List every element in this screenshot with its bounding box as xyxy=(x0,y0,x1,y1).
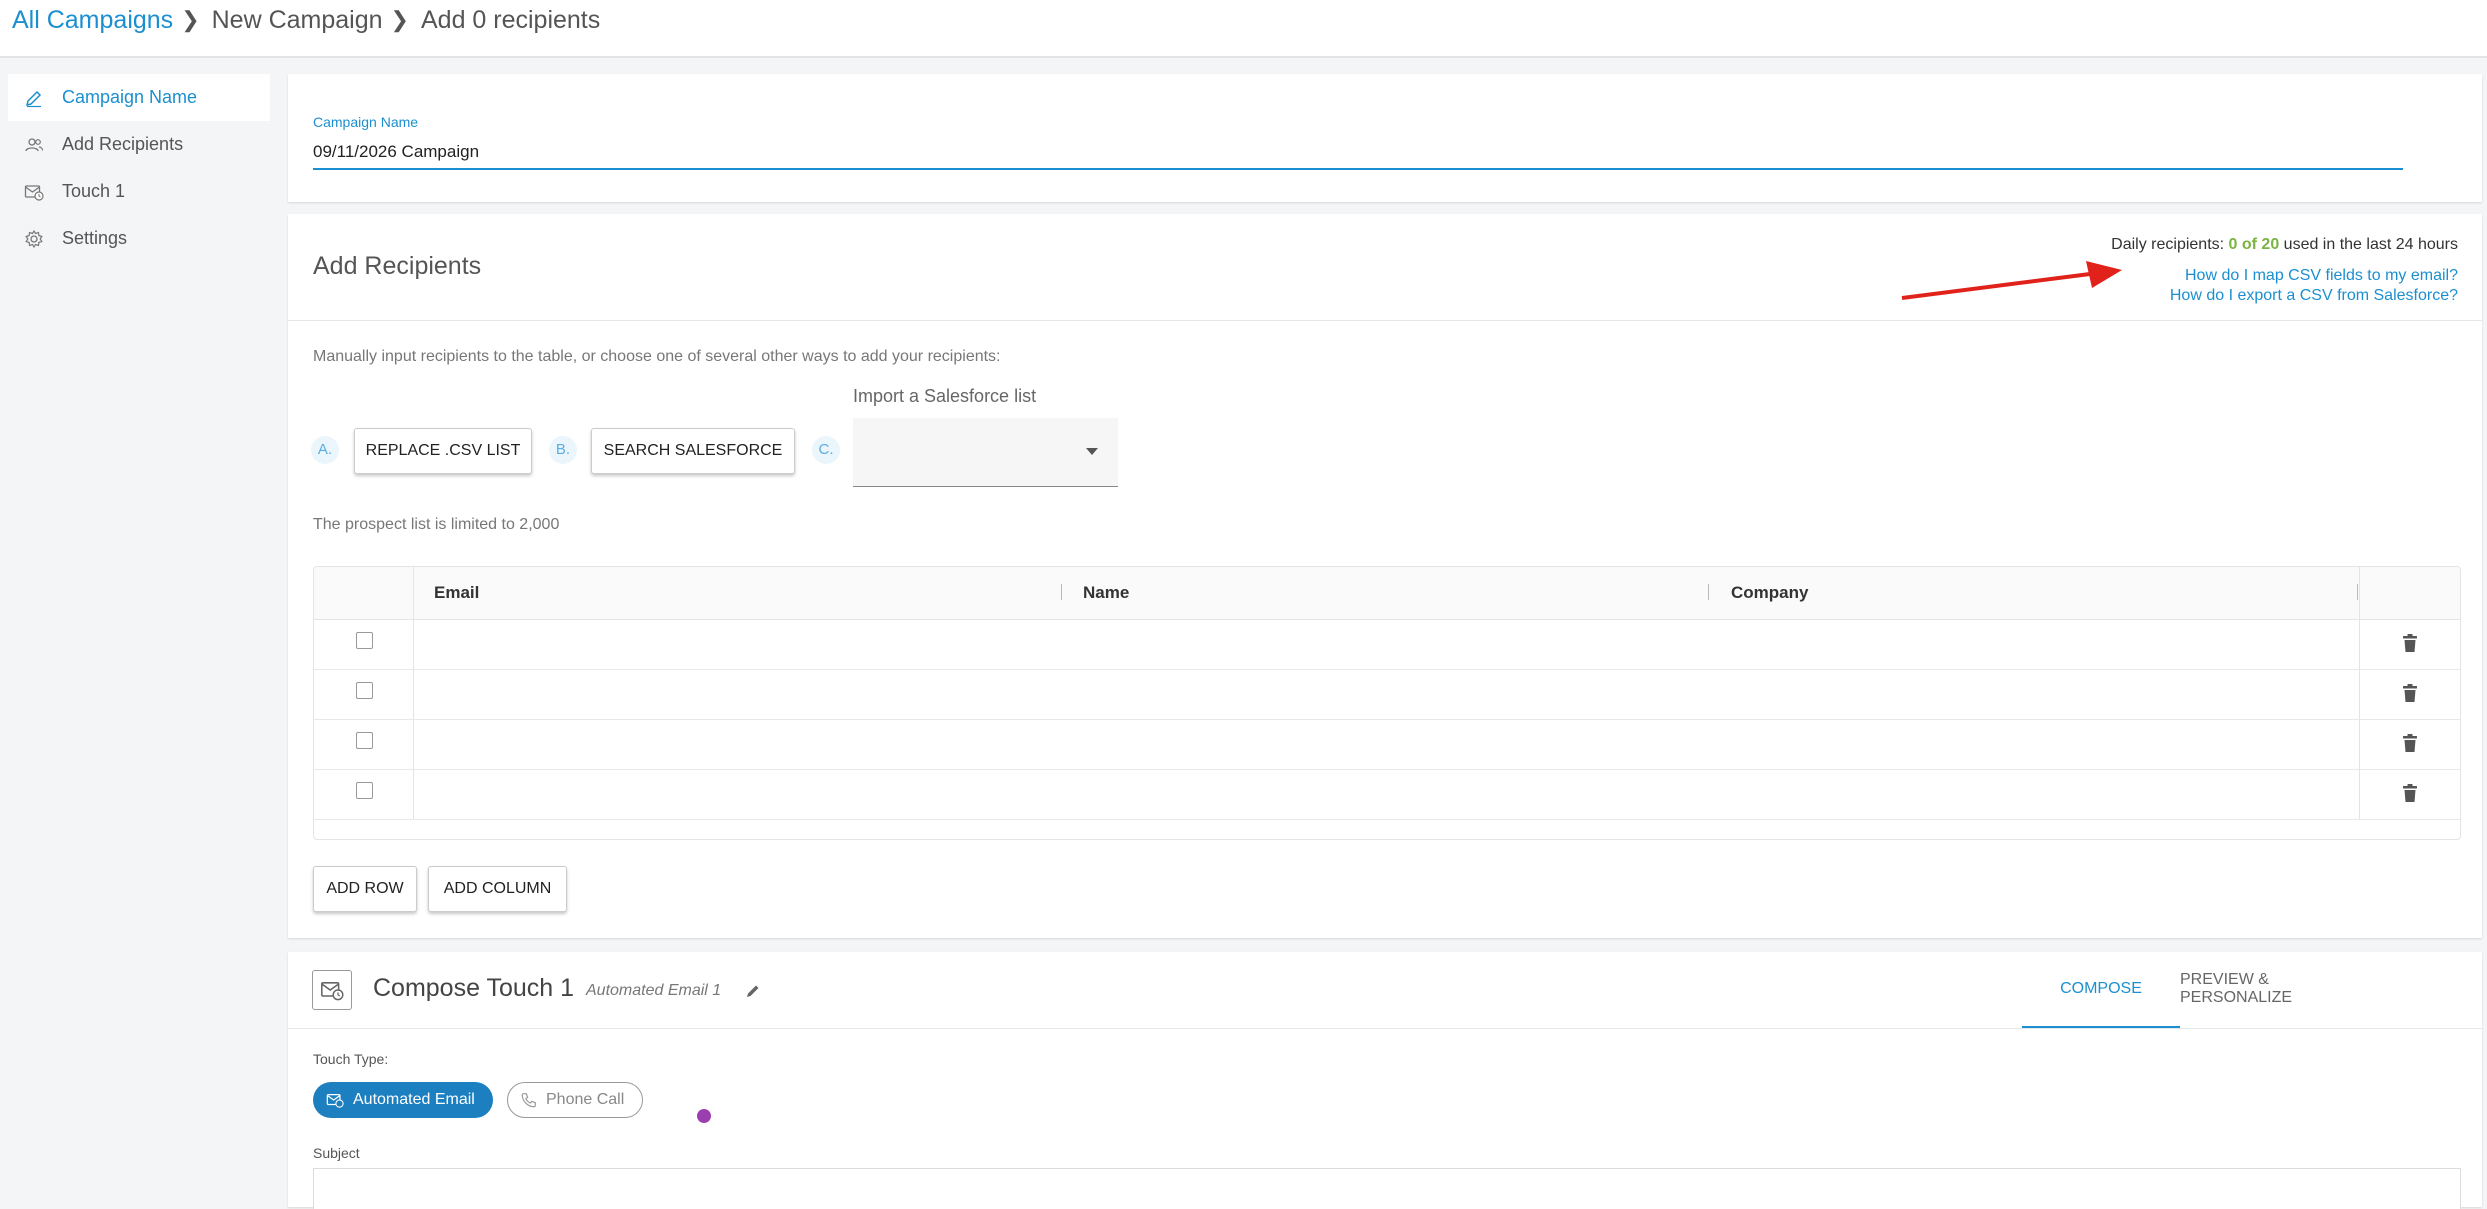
column-header-email[interactable]: Email xyxy=(434,583,479,603)
daily-recipients-count: 0 of 20 xyxy=(2228,236,2280,253)
touch-type-label-email: Automated Email xyxy=(353,1091,475,1108)
help-link-map-csv[interactable]: How do I map CSV fields to my email? xyxy=(2185,267,2458,285)
recipients-table: Email Name Company xyxy=(313,566,2461,840)
column-resize-handle[interactable] xyxy=(2357,584,2358,600)
mail-clock-icon xyxy=(312,970,352,1010)
replace-csv-button[interactable]: REPLACE .CSV LIST xyxy=(354,428,532,474)
search-salesforce-button[interactable]: SEARCH SALESFORCE xyxy=(591,428,795,474)
compose-subtitle: Automated Email 1 xyxy=(586,982,722,999)
breadcrumb-all-campaigns[interactable]: All Campaigns xyxy=(12,6,173,34)
prospect-limit-note: The prospect list is limited to 2,000 xyxy=(313,516,560,533)
red-arrow-annotation xyxy=(1901,261,2122,300)
gear-icon xyxy=(24,229,44,249)
add-column-button[interactable]: ADD COLUMN xyxy=(428,866,567,912)
sidebar-item-label: Campaign Name xyxy=(62,87,198,107)
tab-preview-personalize[interactable]: PREVIEW & PERSONALIZE xyxy=(2180,952,2380,1026)
trash-icon[interactable] xyxy=(2401,633,2419,653)
subject-input[interactable] xyxy=(313,1168,2461,1209)
chevron-right-icon: ❯ xyxy=(390,7,409,32)
table-row[interactable] xyxy=(314,719,2460,770)
column-resize-handle[interactable] xyxy=(1061,584,1062,600)
row-checkbox[interactable] xyxy=(356,782,373,799)
table-row[interactable] xyxy=(314,669,2460,720)
edit-pencil-icon[interactable] xyxy=(745,983,761,999)
touch-type-label: Touch Type: xyxy=(313,1051,389,1067)
row-checkbox[interactable] xyxy=(356,732,373,749)
campaign-name-card: Campaign Name xyxy=(288,74,2482,202)
pencil-icon xyxy=(24,88,44,108)
daily-recipients-prefix: Daily recipients: xyxy=(2111,236,2229,253)
top-header: All Campaigns ❯ New Campaign ❯ Add 0 recipie… xyxy=(0,0,2487,58)
table-row[interactable] xyxy=(314,619,2460,670)
dropdown-caret-icon xyxy=(1086,448,1098,455)
intro-text: Manually input recipients to the table, … xyxy=(313,348,1001,365)
add-row-button[interactable]: ADD ROW xyxy=(313,866,417,912)
sidebar-item-settings[interactable]: Settings xyxy=(8,215,270,262)
sidebar-item-add-recipients[interactable]: Add Recipients xyxy=(8,121,270,168)
mail-clock-icon xyxy=(24,182,44,202)
cursor-dot xyxy=(697,1109,711,1123)
trash-icon[interactable] xyxy=(2401,783,2419,803)
step-b-badge: B. xyxy=(549,436,577,464)
add-recipients-card: Add Recipients Daily recipients: 0 of 20… xyxy=(288,214,2482,938)
campaign-name-label: Campaign Name xyxy=(313,114,419,130)
table-row[interactable] xyxy=(314,769,2460,820)
campaign-name-input[interactable] xyxy=(313,136,2403,170)
column-header-name[interactable]: Name xyxy=(1083,583,1129,603)
import-salesforce-select[interactable] xyxy=(853,418,1118,487)
compose-touch-card: Compose Touch 1 Automated Email 1 COMPOS… xyxy=(288,952,2482,1209)
compose-title: Compose Touch 1 xyxy=(373,974,575,1002)
people-icon xyxy=(24,135,44,155)
step-c-badge: C. xyxy=(812,436,840,464)
breadcrumb-new-campaign: New Campaign xyxy=(211,6,383,34)
row-checkbox[interactable] xyxy=(356,682,373,699)
breadcrumb-add-recipients: Add 0 recipients xyxy=(420,6,601,34)
sidebar: Campaign Name Add Recipients Touch 1 Set… xyxy=(8,74,270,262)
touch-type-label-phone: Phone Call xyxy=(546,1091,625,1108)
table-header: Email Name Company xyxy=(314,567,2460,620)
sidebar-item-label: Settings xyxy=(62,228,128,248)
section-title: Add Recipients xyxy=(313,252,482,280)
divider xyxy=(288,320,2482,321)
subject-label: Subject xyxy=(313,1145,360,1161)
column-header-company[interactable]: Company xyxy=(1731,583,1808,603)
trash-icon[interactable] xyxy=(2401,683,2419,703)
daily-recipients-suffix: used in the last 24 hours xyxy=(2279,236,2458,253)
import-salesforce-label: Import a Salesforce list xyxy=(853,386,1037,406)
chevron-right-icon: ❯ xyxy=(181,7,200,32)
mail-clock-icon xyxy=(326,1093,344,1108)
row-checkbox[interactable] xyxy=(356,632,373,649)
breadcrumb: All Campaigns ❯ New Campaign ❯ Add 0 recipie… xyxy=(12,4,600,37)
touch-type-automated-email[interactable]: Automated Email xyxy=(313,1082,493,1118)
phone-icon xyxy=(521,1093,536,1108)
help-link-export-salesforce[interactable]: How do I export a CSV from Salesforce? xyxy=(2170,287,2458,305)
trash-icon[interactable] xyxy=(2401,733,2419,753)
divider xyxy=(288,1028,2482,1029)
column-resize-handle[interactable] xyxy=(1708,584,1709,600)
tab-compose[interactable]: COMPOSE xyxy=(2022,952,2180,1029)
touch-type-phone-call[interactable]: Phone Call xyxy=(507,1082,643,1118)
sidebar-item-label: Add Recipients xyxy=(62,134,184,154)
sidebar-item-label: Touch 1 xyxy=(62,181,126,201)
step-a-badge: A. xyxy=(311,436,339,464)
sidebar-item-touch-1[interactable]: Touch 1 xyxy=(8,168,270,215)
daily-recipients-status: Daily recipients: 0 of 20 used in the la… xyxy=(2111,236,2458,254)
sidebar-item-campaign-name[interactable]: Campaign Name xyxy=(8,74,270,121)
